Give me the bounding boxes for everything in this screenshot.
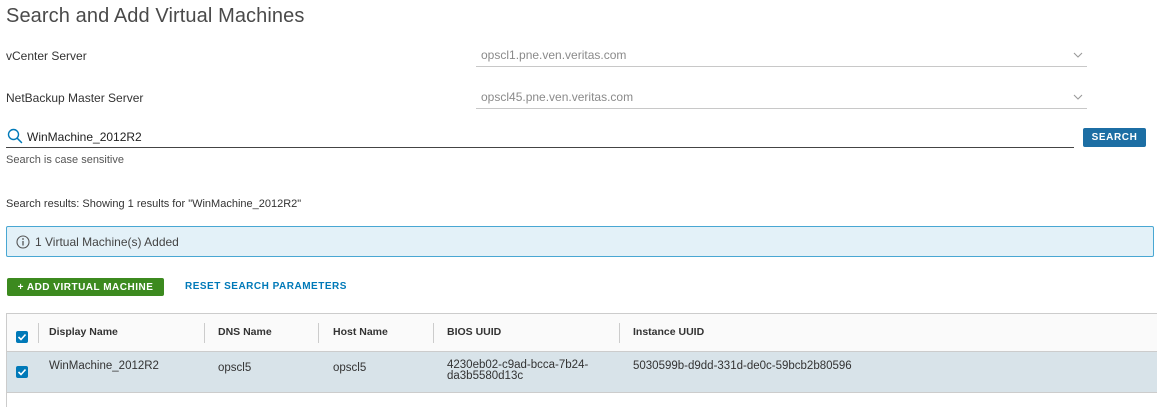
alert-message: 1 Virtual Machine(s) Added <box>35 235 179 249</box>
reset-search-parameters-link[interactable]: RESET SEARCH PARAMETERS <box>185 281 347 292</box>
column-separator <box>38 323 39 343</box>
search-results-summary: Search results: Showing 1 results for "W… <box>6 198 302 210</box>
search-hint: Search is case sensitive <box>6 154 124 166</box>
master-server-select[interactable]: opscl45.pne.ven.veritas.com <box>476 87 1087 109</box>
grid-header: Display Name DNS Name Host Name BIOS UUI… <box>7 314 1157 352</box>
checkmark-icon <box>17 368 27 376</box>
row-checkbox[interactable] <box>16 366 28 378</box>
vcenter-label: vCenter Server <box>6 49 87 63</box>
search-input[interactable] <box>27 129 1067 145</box>
vm-results-grid: Display Name DNS Name Host Name BIOS UUI… <box>6 313 1157 407</box>
table-row[interactable]: WinMachine_2012R2 opscl5 opscl5 4230eb02… <box>7 352 1157 393</box>
cell-dns-name: opscl5 <box>218 362 252 374</box>
checkmark-icon <box>17 333 27 341</box>
column-separator <box>318 323 319 343</box>
master-server-value: opscl45.pne.ven.veritas.com <box>481 90 634 104</box>
vcenter-value: opscl1.pne.ven.veritas.com <box>481 48 627 62</box>
chevron-down-icon <box>1073 52 1083 58</box>
column-separator <box>204 323 205 343</box>
column-separator <box>619 323 620 343</box>
add-virtual-machine-button[interactable]: + ADD VIRTUAL MACHINE <box>7 278 164 296</box>
vcenter-select[interactable]: opscl1.pne.ven.veritas.com <box>476 45 1087 67</box>
search-add-vm-page: Search and Add Virtual Machines vCenter … <box>0 0 1157 407</box>
header-display-name[interactable]: Display Name <box>49 326 118 338</box>
master-server-label: NetBackup Master Server <box>6 91 144 105</box>
cell-instance-uuid: 5030599b-d9dd-331d-de0c-59bcb2b80596 <box>633 360 852 372</box>
page-title: Search and Add Virtual Machines <box>6 5 305 27</box>
search-field <box>6 128 1074 148</box>
cell-display-name: WinMachine_2012R2 <box>49 360 159 372</box>
header-host-name[interactable]: Host Name <box>333 326 388 338</box>
search-button[interactable]: SEARCH <box>1083 128 1146 147</box>
bios-uuid-line-2: da3b5580d13c <box>447 370 524 382</box>
cell-host-name: opscl5 <box>333 362 367 374</box>
info-icon <box>16 235 30 249</box>
info-alert: 1 Virtual Machine(s) Added <box>6 226 1154 257</box>
cell-bios-uuid: 4230eb02-c9ad-bcca-7b24- da3b5580d13c <box>447 359 588 382</box>
header-bios-uuid[interactable]: BIOS UUID <box>447 326 501 338</box>
chevron-down-icon <box>1073 94 1083 100</box>
select-all-checkbox[interactable] <box>16 331 28 343</box>
header-instance-uuid[interactable]: Instance UUID <box>633 326 704 338</box>
header-dns-name[interactable]: DNS Name <box>218 326 272 338</box>
search-icon <box>7 128 23 144</box>
column-separator <box>433 323 434 343</box>
